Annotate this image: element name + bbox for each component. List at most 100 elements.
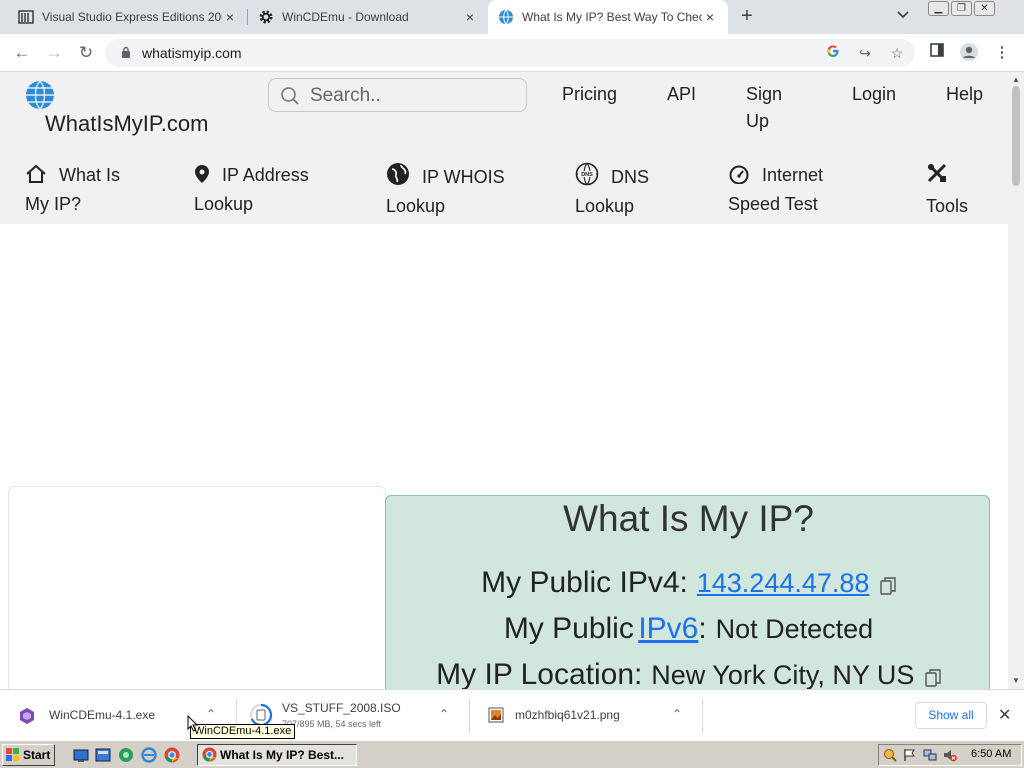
map-pin-icon	[194, 164, 210, 191]
nav-item-tools[interactable]: Tools	[926, 162, 996, 219]
show-all-downloads-button[interactable]: Show all	[915, 702, 987, 729]
ip-info-card: What Is My IP? My Public IPv4: 143.244.4…	[385, 495, 990, 689]
ipv6-label: My Public	[503, 612, 634, 645]
ipv6-link[interactable]: IPv6	[638, 612, 698, 645]
globe-icon	[386, 162, 410, 193]
chevron-down-icon[interactable]	[897, 8, 909, 22]
minimize-button[interactable]: ▁	[928, 1, 949, 16]
chevron-up-icon[interactable]: ⌃	[439, 707, 449, 721]
search-input[interactable]: Search..	[268, 78, 527, 112]
taskbar-window-title: What Is My IP? Best...	[220, 748, 345, 762]
tab-whatismyip[interactable]: What Is My IP? Best Way To Check ×	[488, 0, 728, 34]
star-icon[interactable]: ☆	[887, 43, 907, 63]
library-icon	[18, 9, 34, 25]
ipv4-label: My Public IPv4:	[481, 566, 688, 599]
ip-card-title: What Is My IP?	[563, 498, 814, 539]
close-icon[interactable]: ✕	[998, 705, 1011, 725]
nav-item-ip-address-lookup[interactable]: IP Address Lookup	[194, 162, 334, 217]
window-controls: ▁ ❐ ✕	[928, 1, 995, 16]
nav-item-what-is-my-ip[interactable]: What Is My IP?	[25, 162, 145, 217]
copy-icon[interactable]	[880, 577, 896, 600]
chrome-icon	[202, 747, 217, 765]
mouse-cursor-icon	[187, 714, 199, 737]
ipv6-row: My Public IPv6: Not Detected	[386, 612, 991, 646]
scroll-up-icon[interactable]: ▲	[1012, 75, 1020, 84]
download-shelf: WinCDEmu-4.1.exe ⌃ VS_STUFF_2008.ISO 707…	[0, 689, 1024, 740]
download-filename: WinCDEmu-4.1.exe	[49, 708, 156, 722]
forward-icon[interactable]: →	[43, 42, 65, 64]
lock-icon	[121, 46, 131, 64]
chrome-icon[interactable]	[164, 747, 180, 763]
volume-muted-icon[interactable]	[943, 748, 957, 762]
scrollbar-thumb[interactable]	[1012, 86, 1020, 186]
search-tray-icon[interactable]	[883, 748, 897, 762]
ipv6-value: Not Detected	[715, 614, 874, 644]
dns-icon: DNS	[575, 162, 599, 193]
chevron-up-icon[interactable]: ⌃	[672, 707, 682, 721]
globe-favicon-icon	[498, 9, 514, 25]
start-button[interactable]: Start	[2, 744, 55, 766]
left-panel	[8, 486, 386, 689]
chevron-up-icon[interactable]: ⌃	[206, 707, 216, 721]
close-icon[interactable]: ×	[462, 9, 478, 25]
location-row: My IP Location: New York City, NY US	[386, 658, 991, 689]
more-menu-icon[interactable]: ⋮	[991, 42, 1013, 64]
nav-item-dns-lookup[interactable]: DNS DNS Lookup	[575, 162, 685, 219]
nav-item-internet-speed-test[interactable]: Internet Speed Test	[728, 162, 858, 217]
tools-icon	[926, 162, 984, 191]
new-tab-button[interactable]: +	[737, 6, 757, 27]
share-icon[interactable]: ↪	[855, 43, 875, 63]
close-icon[interactable]: ×	[222, 9, 238, 25]
download-filename: VS_STUFF_2008.ISO	[282, 701, 401, 715]
site-header: WhatIsMyIP.com Search.. Pricing API Sign…	[0, 72, 1008, 224]
address-bar[interactable]: whatismyip.com ↪ ☆	[105, 39, 915, 67]
side-panel-icon[interactable]	[926, 42, 948, 64]
nav-link-help[interactable]: Help	[946, 81, 983, 108]
copy-icon[interactable]	[925, 669, 941, 689]
network-icon[interactable]	[118, 747, 134, 763]
nav-link-pricing[interactable]: Pricing	[562, 81, 617, 108]
ipv4-row: My Public IPv4: 143.244.47.88	[386, 566, 991, 600]
search-icon	[280, 86, 300, 111]
tab-visual-studio[interactable]: Visual Studio Express Editions 2008 ×	[8, 0, 248, 34]
start-label: Start	[23, 748, 51, 762]
scroll-down-icon[interactable]: ▼	[1012, 676, 1020, 685]
network-tray-icon[interactable]	[923, 748, 937, 762]
nav-link-api[interactable]: API	[667, 81, 696, 108]
image-file-icon	[488, 707, 504, 728]
tab-title: Visual Studio Express Editions 2008	[42, 10, 222, 24]
tooltip: WinCDEmu-4.1.exe	[190, 724, 296, 739]
page-scrollbar[interactable]: ▲ ▼	[1008, 72, 1024, 689]
speedometer-icon	[728, 164, 750, 191]
flag-tray-icon[interactable]	[903, 748, 917, 762]
restore-button[interactable]: ❐	[951, 1, 972, 16]
taskbar-window-button[interactable]: What Is My IP? Best...	[197, 744, 357, 766]
browser-toolbar: ← → ↻ whatismyip.com ↪ ☆ ⋮	[0, 34, 1024, 72]
globe-logo-icon[interactable]	[25, 80, 55, 115]
nav-link-sign-up[interactable]: Sign Up	[746, 81, 796, 135]
reload-icon[interactable]: ↻	[75, 42, 97, 64]
back-icon[interactable]: ←	[11, 42, 33, 64]
nav-item-ip-whois-lookup[interactable]: IP WHOIS Lookup	[386, 162, 526, 219]
windows-taskbar: Start What Is My IP? Best... 6:50 AM	[0, 740, 1024, 768]
ipv6-colon: :	[698, 612, 707, 645]
divider	[702, 698, 703, 734]
close-window-button[interactable]: ✕	[974, 1, 995, 16]
nav-item-label: Tools	[926, 196, 969, 216]
profile-avatar-icon[interactable]	[958, 42, 980, 64]
google-translate-icon[interactable]	[823, 43, 843, 63]
system-tray: 6:50 AM	[878, 744, 1022, 766]
show-desktop-icon[interactable]	[73, 747, 89, 763]
explorer-icon[interactable]	[95, 747, 111, 763]
internet-explorer-icon[interactable]	[141, 747, 157, 763]
download-filename: m0zhfbiq61v21.png	[515, 708, 620, 722]
close-icon[interactable]: ×	[702, 9, 718, 25]
svg-text:DNS: DNS	[581, 172, 593, 178]
ipv4-link[interactable]: 143.244.47.88	[697, 568, 870, 598]
download-item[interactable]: m0zhfbiq61v21.png ⌃	[470, 690, 702, 741]
location-value: New York City, NY US	[651, 660, 915, 689]
nav-link-login[interactable]: Login	[852, 81, 896, 108]
site-logo-text[interactable]: WhatIsMyIP.com	[45, 111, 208, 137]
url-text: whatismyip.com	[142, 45, 242, 61]
tab-wincdemu[interactable]: WinCDEmu - Download ×	[248, 0, 488, 34]
